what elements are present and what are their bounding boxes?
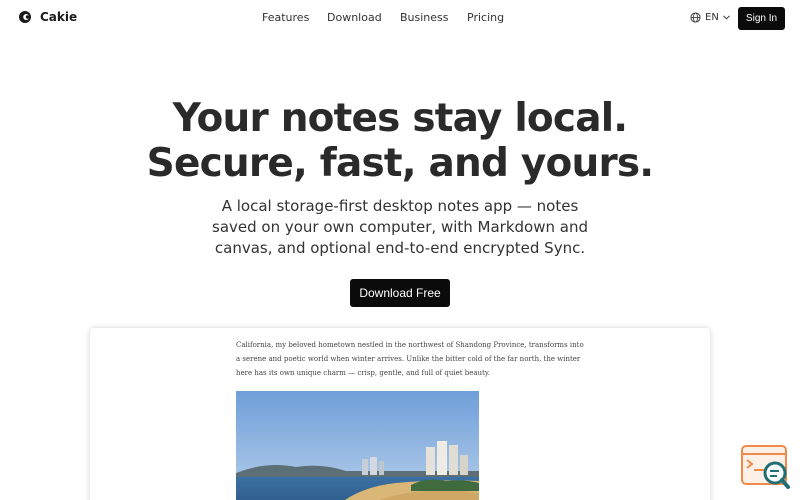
sign-in-button[interactable]: Sign In — [738, 7, 785, 30]
nav-pricing[interactable]: Pricing — [467, 11, 504, 24]
hero-title: Your notes stay local. Secure, fast, and… — [0, 96, 800, 186]
search-document-icon[interactable] — [741, 445, 791, 490]
top-navigation: Cakie Features Download Business Pricing… — [0, 0, 800, 36]
preview-text-line-2: a serene and poetic world when winter ar… — [236, 355, 581, 363]
nav-download[interactable]: Download — [327, 11, 382, 24]
preview-text-line-3: here has its own unique charm — crisp, g… — [236, 369, 491, 377]
language-selector[interactable]: EN — [690, 12, 730, 23]
preview-beach-photo — [236, 391, 479, 500]
hero-subtitle: A local storage-first desktop notes app … — [200, 196, 600, 259]
download-free-button[interactable]: Download Free — [350, 279, 450, 307]
nav-business[interactable]: Business — [400, 11, 449, 24]
hero-title-line-1: Your notes stay local. — [172, 96, 628, 141]
globe-icon — [690, 12, 701, 23]
brand-logo[interactable]: Cakie — [18, 10, 77, 24]
hero-subtitle-line-3: canvas, and optional end-to-end encrypte… — [214, 239, 586, 257]
nav-features[interactable]: Features — [262, 11, 309, 24]
preview-note-text: California, my beloved hometown nestled … — [236, 338, 584, 380]
hero-subtitle-line-1: A local storage-first desktop notes app … — [221, 197, 579, 215]
hero-title-line-2: Secure, fast, and yours. — [146, 141, 654, 186]
language-label: EN — [705, 12, 719, 23]
hero-subtitle-line-2: saved on your own computer, with Markdow… — [212, 218, 588, 236]
app-preview-card: California, my beloved hometown nestled … — [90, 328, 710, 500]
preview-text-line-1: California, my beloved hometown nestled … — [236, 341, 584, 349]
cakie-logo-icon — [19, 11, 31, 23]
brand-name: Cakie — [40, 10, 78, 24]
chevron-down-icon — [722, 15, 730, 20]
